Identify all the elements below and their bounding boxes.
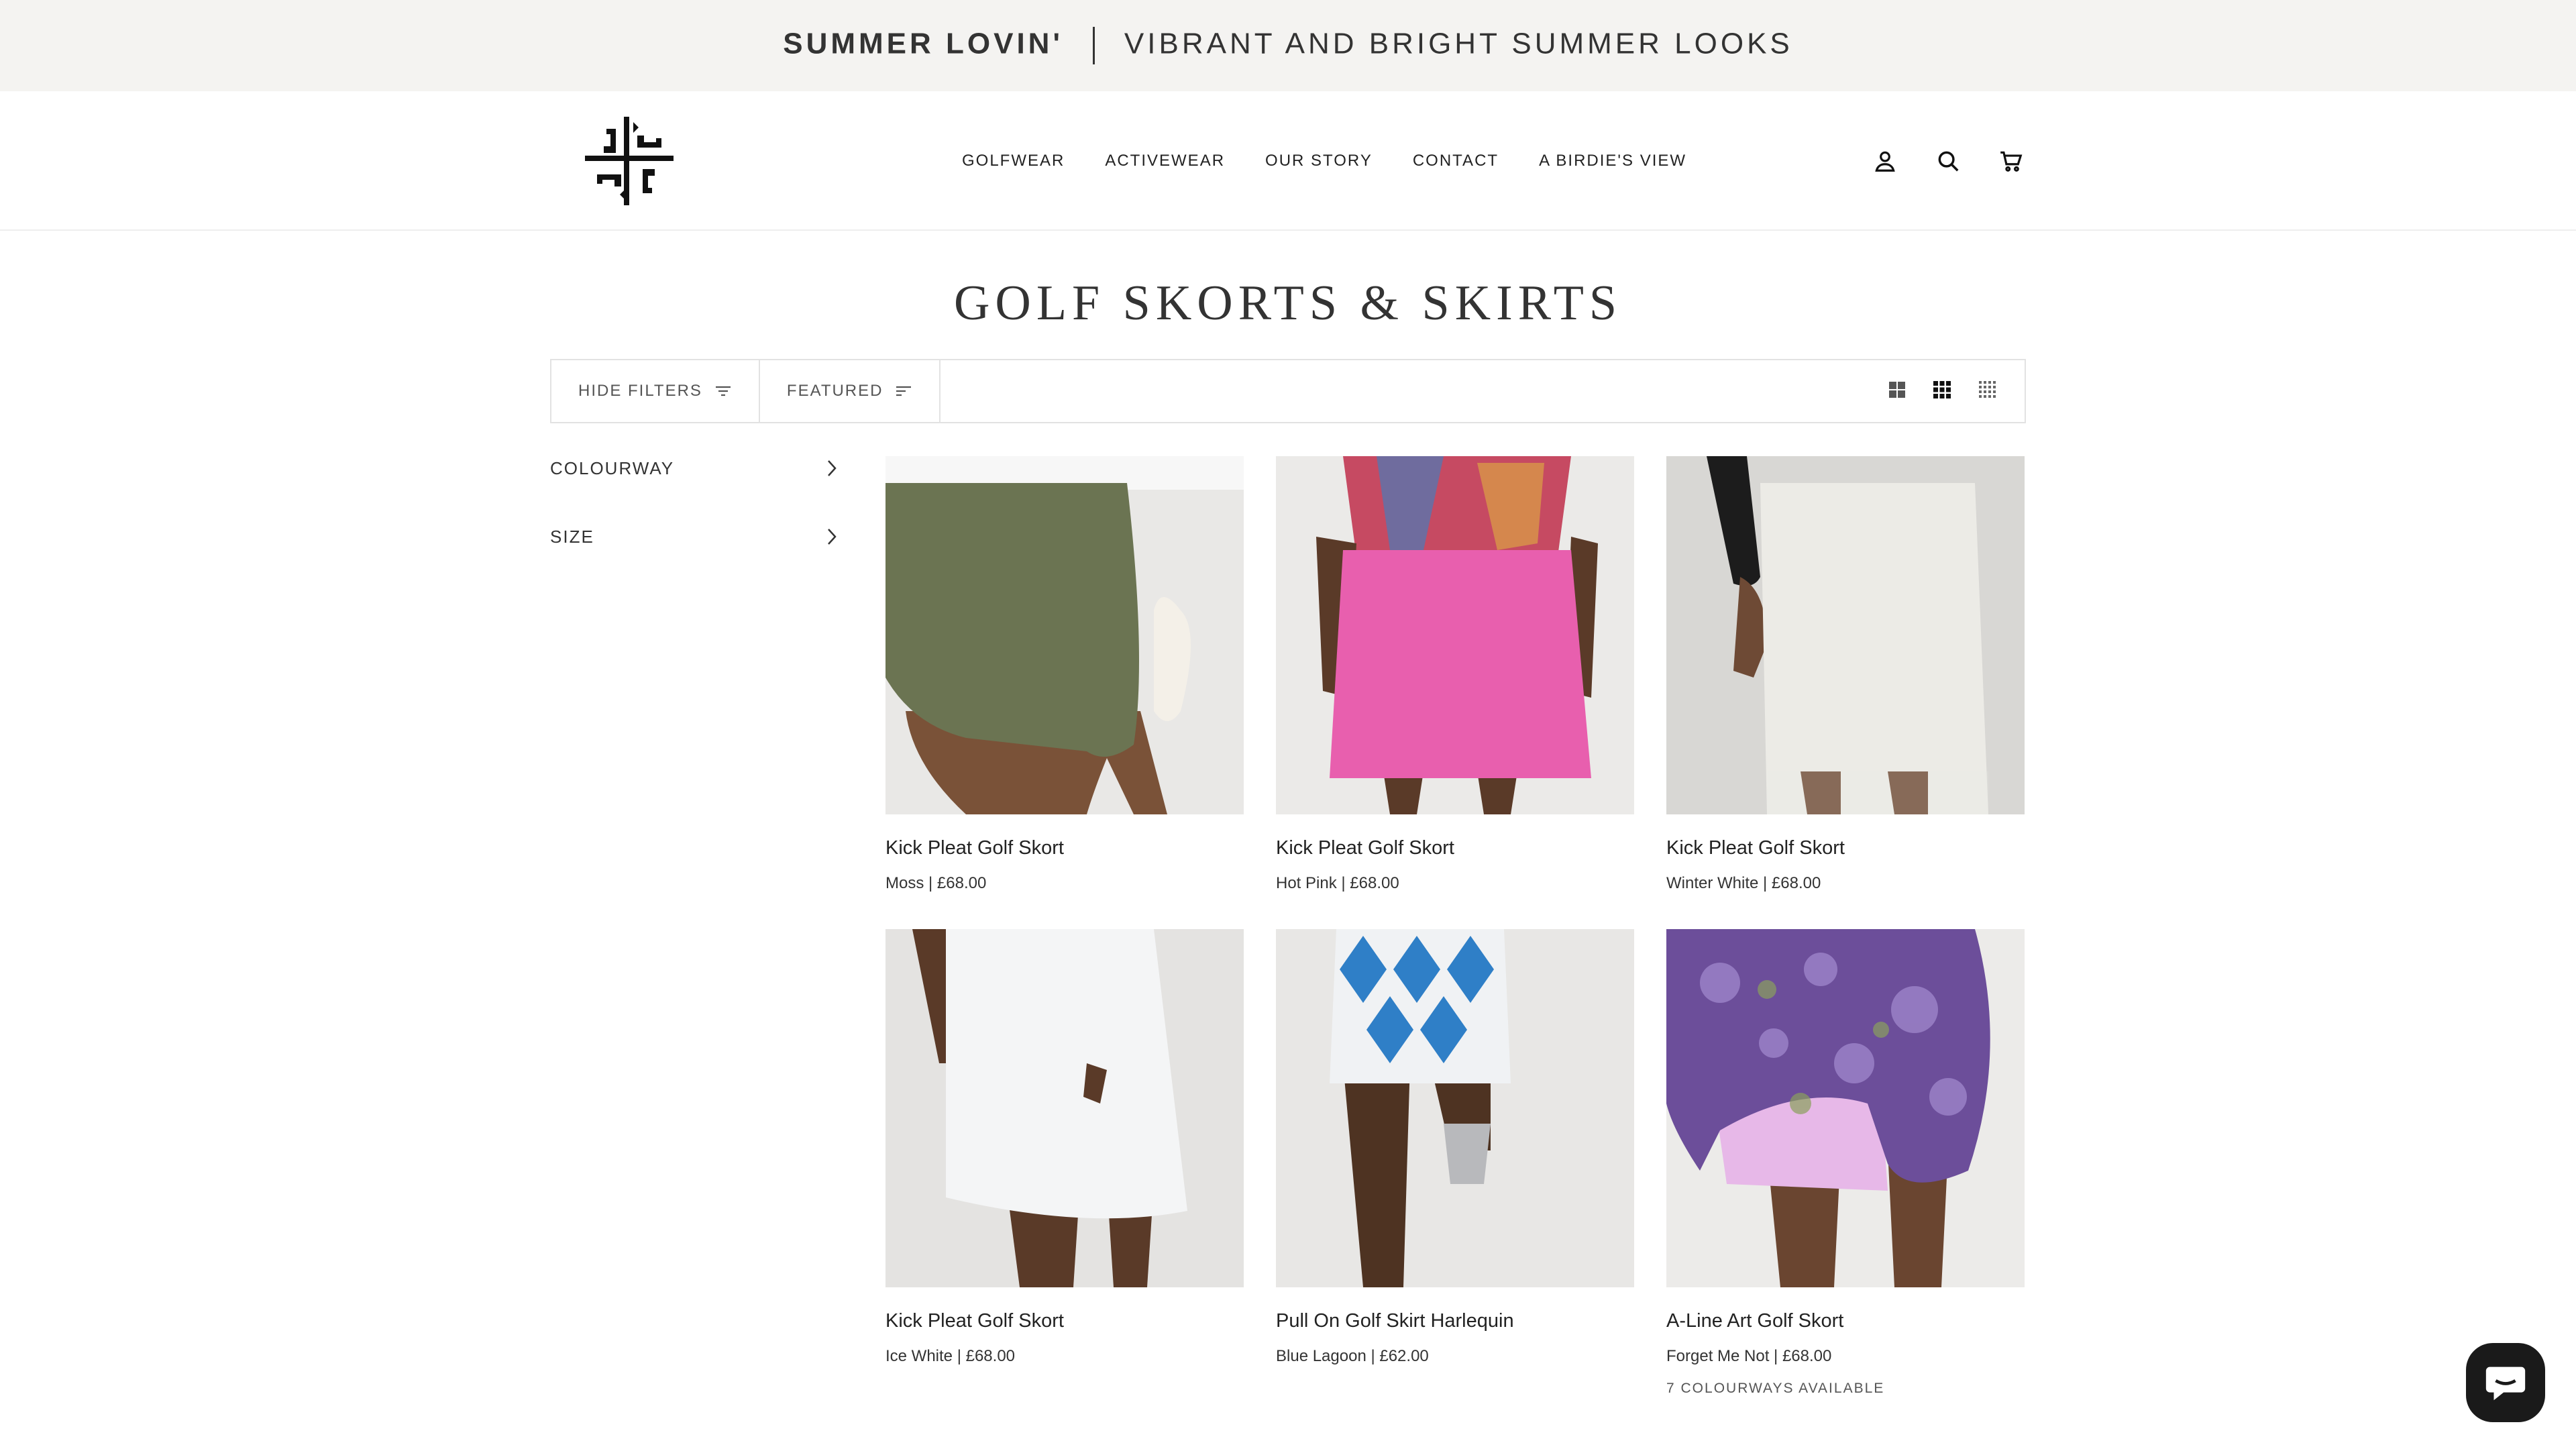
colourways-count[interactable]: 7 COLOURWAYS AVAILABLE bbox=[1666, 1381, 2025, 1397]
product-image[interactable] bbox=[1666, 929, 2025, 1287]
chat-button[interactable] bbox=[2466, 1343, 2545, 1422]
main-nav: GOLFWEAR ACTIVEWEAR OUR STORY CONTACT A … bbox=[962, 91, 1686, 231]
announcement-divider bbox=[1092, 27, 1095, 64]
account-icon[interactable] bbox=[1869, 145, 1901, 177]
product-image[interactable] bbox=[885, 929, 1244, 1287]
nav-golfwear[interactable]: GOLFWEAR bbox=[962, 152, 1065, 170]
product-colour-price: Blue Lagoon | £62.00 bbox=[1276, 1347, 1429, 1365]
product-name[interactable]: Kick Pleat Golf Skort bbox=[1666, 837, 2025, 859]
nav-our-story[interactable]: OUR STORY bbox=[1265, 152, 1373, 170]
product-colour-price: Hot Pink | £68.00 bbox=[1276, 874, 1399, 892]
product-card[interactable]: Kick Pleat Golf Skort Moss | £68.00 bbox=[885, 456, 1244, 893]
filter-lines-icon bbox=[715, 386, 731, 396]
product-colour-price: Moss | £68.00 bbox=[885, 874, 987, 892]
product-name[interactable]: Pull On Golf Skirt Harlequin bbox=[1276, 1310, 1634, 1332]
sort-button[interactable]: FEATURED bbox=[760, 360, 941, 422]
product-image[interactable] bbox=[1666, 456, 2025, 814]
product-colour-price: Forget Me Not | £68.00 bbox=[1666, 1347, 1832, 1365]
product-card[interactable]: Kick Pleat Golf Skort Ice White | £68.00 bbox=[885, 929, 1244, 1397]
product-name[interactable]: Kick Pleat Golf Skort bbox=[885, 837, 1244, 859]
hide-filters-label: HIDE FILTERS bbox=[578, 382, 702, 400]
search-icon[interactable] bbox=[1932, 145, 1964, 177]
filter-label: COLOURWAY bbox=[550, 458, 675, 478]
product-card[interactable]: Pull On Golf Skirt Harlequin Blue Lagoon… bbox=[1276, 929, 1634, 1397]
filter-label: SIZE bbox=[550, 526, 594, 547]
nav-birdies-view[interactable]: A BIRDIE'S VIEW bbox=[1539, 152, 1686, 170]
grid-small-icon[interactable] bbox=[1978, 380, 1998, 403]
product-name[interactable]: A-Line Art Golf Skort bbox=[1666, 1310, 2025, 1332]
sort-label: FEATURED bbox=[786, 382, 883, 400]
grid-large-icon[interactable] bbox=[1888, 380, 1907, 402]
sort-lines-icon bbox=[896, 386, 912, 396]
product-image[interactable] bbox=[885, 456, 1244, 814]
announcement-bar[interactable]: SUMMER LOVIN' VIBRANT AND BRIGHT SUMMER L… bbox=[0, 0, 2576, 91]
site-header: GOLFWEAR ACTIVEWEAR OUR STORY CONTACT A … bbox=[0, 91, 2576, 231]
nav-contact[interactable]: CONTACT bbox=[1413, 152, 1499, 170]
hide-filters-button[interactable]: HIDE FILTERS bbox=[551, 360, 760, 422]
product-colour-price: Winter White | £68.00 bbox=[1666, 874, 1821, 892]
product-image[interactable] bbox=[1276, 929, 1634, 1287]
chevron-right-icon bbox=[828, 460, 837, 476]
announcement-bold: SUMMER LOVIN' bbox=[783, 27, 1063, 60]
product-name[interactable]: Kick Pleat Golf Skort bbox=[1276, 837, 1634, 859]
product-name[interactable]: Kick Pleat Golf Skort bbox=[885, 1310, 1244, 1332]
brand-logo[interactable] bbox=[584, 115, 675, 207]
filter-colourway[interactable]: COLOURWAY bbox=[550, 451, 839, 486]
announcement-text: SUMMER LOVIN' VIBRANT AND BRIGHT SUMMER L… bbox=[783, 27, 1793, 64]
collection-toolbar: HIDE FILTERS FEATURED bbox=[550, 359, 2026, 423]
grid-view-switcher bbox=[1888, 360, 2025, 422]
cart-icon[interactable] bbox=[1995, 145, 2027, 177]
product-card[interactable]: A-Line Art Golf Skort Forget Me Not | £6… bbox=[1666, 929, 2025, 1397]
page-title: GOLF SKORTS & SKIRTS bbox=[953, 276, 1623, 331]
logo-icon bbox=[585, 117, 674, 205]
filter-size[interactable]: SIZE bbox=[550, 519, 839, 554]
product-card[interactable]: Kick Pleat Golf Skort Winter White | £68… bbox=[1666, 456, 2025, 893]
nav-activewear[interactable]: ACTIVEWEAR bbox=[1105, 152, 1225, 170]
header-actions bbox=[1869, 91, 2027, 231]
filters-sidebar: COLOURWAY SIZE bbox=[550, 451, 839, 588]
chevron-right-icon bbox=[828, 529, 837, 545]
product-grid: Kick Pleat Golf Skort Moss | £68.00 Kick… bbox=[885, 456, 2361, 1397]
product-image[interactable] bbox=[1276, 456, 1634, 814]
grid-medium-icon[interactable] bbox=[1932, 380, 1952, 403]
product-card[interactable]: Kick Pleat Golf Skort Hot Pink | £68.00 bbox=[1276, 456, 1634, 893]
product-colour-price: Ice White | £68.00 bbox=[885, 1347, 1016, 1365]
announcement-subtext: VIBRANT AND BRIGHT SUMMER LOOKS bbox=[1124, 27, 1793, 60]
chat-icon bbox=[2485, 1366, 2526, 1401]
